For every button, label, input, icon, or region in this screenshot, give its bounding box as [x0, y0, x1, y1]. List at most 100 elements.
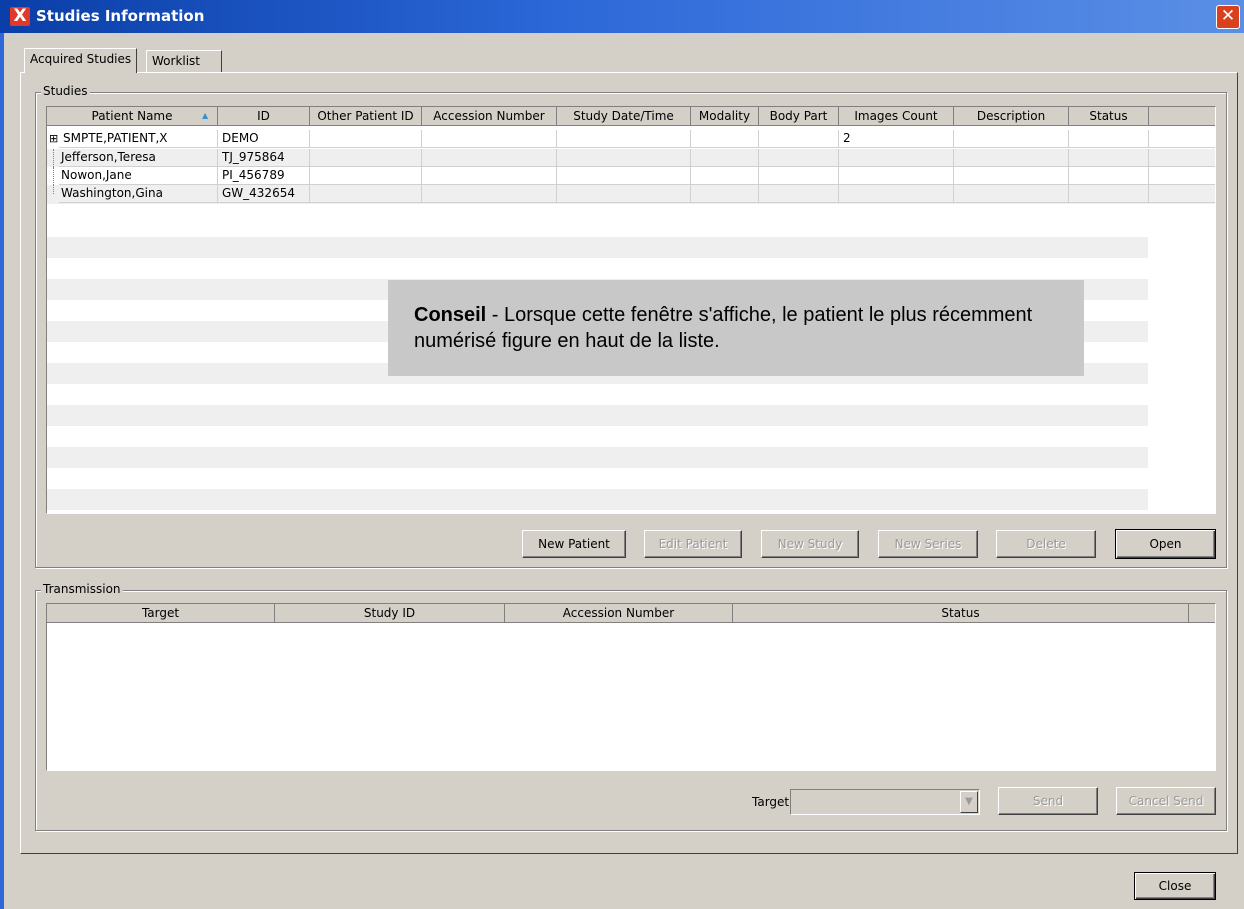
- table-row[interactable]: Nowon,Jane PI_456789: [47, 167, 1215, 185]
- id-cell: PI_456789: [218, 167, 310, 185]
- empty-cell: [1149, 167, 1215, 185]
- column-header-images-count[interactable]: Images Count: [839, 107, 954, 126]
- tab-label: Worklist: [152, 54, 201, 68]
- empty-cell: [310, 185, 422, 203]
- target-combo[interactable]: ▼: [790, 789, 980, 815]
- id-cell: GW_432654: [218, 185, 310, 203]
- empty-cell: [422, 130, 557, 148]
- empty-cell: [557, 185, 691, 203]
- table-row[interactable]: Jefferson,Teresa TJ_975864: [47, 149, 1215, 167]
- empty-cell: [759, 149, 839, 167]
- transmission-group-label: Transmission: [41, 582, 123, 596]
- window-close-button[interactable]: ✕: [1216, 5, 1240, 29]
- empty-row-stripe: [47, 447, 1148, 468]
- empty-cell: [422, 185, 557, 203]
- empty-cell: [422, 167, 557, 185]
- column-header-accession-number[interactable]: Accession Number: [505, 604, 733, 623]
- column-header-study-id[interactable]: Study ID: [275, 604, 505, 623]
- column-header-status[interactable]: Status: [1069, 107, 1149, 126]
- empty-cell: [1069, 167, 1149, 185]
- empty-cell: [691, 130, 759, 148]
- open-button[interactable]: Open: [1115, 529, 1216, 559]
- new-study-button[interactable]: New Study: [761, 530, 859, 558]
- column-header-description[interactable]: Description: [954, 107, 1069, 126]
- empty-row-stripe: [47, 489, 1148, 510]
- empty-cell: [1069, 130, 1149, 148]
- patient-name-cell: Nowon,Jane: [59, 167, 218, 185]
- button-label: New Series: [894, 537, 962, 551]
- empty-row-stripe: [47, 405, 1148, 426]
- images-count-cell: [839, 167, 954, 185]
- empty-cell: [557, 130, 691, 148]
- empty-cell: [557, 167, 691, 185]
- tip-text: - Lorsque cette fenêtre s'affiche, le pa…: [414, 304, 1033, 352]
- column-header-filler: [1189, 604, 1215, 623]
- cancel-send-button[interactable]: Cancel Send: [1116, 787, 1216, 815]
- images-count-cell: [839, 149, 954, 167]
- empty-cell: [691, 185, 759, 203]
- column-header-accession-number[interactable]: Accession Number: [422, 107, 557, 126]
- patient-name-cell: SMPTE,PATIENT,X: [59, 130, 218, 148]
- tab-worklist[interactable]: Worklist: [146, 50, 222, 72]
- empty-cell: [422, 149, 557, 167]
- tip-title: Conseil: [414, 304, 487, 326]
- column-header-patient-name[interactable]: Patient Name ▲: [47, 107, 218, 126]
- new-series-button[interactable]: New Series: [878, 530, 978, 558]
- header-label: Patient Name: [91, 109, 173, 123]
- empty-cell: [759, 130, 839, 148]
- column-header-modality[interactable]: Modality: [691, 107, 759, 126]
- column-header-body-part[interactable]: Body Part: [759, 107, 839, 126]
- empty-cell: [1069, 185, 1149, 203]
- patient-name-cell: Jefferson,Teresa: [59, 149, 218, 167]
- table-row[interactable]: ⊞ SMPTE,PATIENT,X DEMO 2: [47, 130, 1215, 148]
- empty-cell: [310, 130, 422, 148]
- edit-patient-button[interactable]: Edit Patient: [644, 530, 742, 558]
- button-label: Close: [1158, 879, 1192, 893]
- tip-callout: Conseil - Lorsque cette fenêtre s'affich…: [388, 280, 1084, 376]
- button-label: Edit Patient: [658, 537, 728, 551]
- button-label: New Study: [777, 537, 843, 551]
- patient-name-cell: Washington,Gina: [59, 185, 218, 203]
- empty-cell: [691, 149, 759, 167]
- empty-cell: [954, 185, 1069, 203]
- empty-cell: [759, 167, 839, 185]
- column-header-id[interactable]: ID: [218, 107, 310, 126]
- close-button[interactable]: Close: [1134, 872, 1216, 900]
- studies-group-label: Studies: [41, 84, 90, 98]
- column-header-target[interactable]: Target: [47, 604, 275, 623]
- empty-cell: [1149, 185, 1215, 203]
- window-title: Studies Information: [36, 7, 205, 25]
- empty-row-stripe: [47, 237, 1148, 258]
- id-cell: DEMO: [218, 130, 310, 148]
- button-label: Delete: [1026, 537, 1066, 551]
- tab-acquired-studies[interactable]: Acquired Studies: [24, 48, 138, 73]
- window-border: [0, 33, 4, 909]
- empty-cell: [954, 149, 1069, 167]
- delete-button[interactable]: Delete: [996, 530, 1096, 558]
- chevron-down-icon[interactable]: ▼: [960, 791, 978, 813]
- button-label: Open: [1149, 537, 1182, 551]
- images-count-cell: [839, 185, 954, 203]
- send-button[interactable]: Send: [998, 787, 1098, 815]
- table-row[interactable]: Washington,Gina GW_432654: [47, 185, 1215, 204]
- empty-cell: [310, 167, 422, 185]
- new-patient-button[interactable]: New Patient: [522, 530, 626, 558]
- empty-cell: [954, 167, 1069, 185]
- images-count-cell: 2: [839, 130, 954, 148]
- empty-cell: [759, 185, 839, 203]
- button-label: Cancel Send: [1128, 794, 1204, 808]
- id-cell: TJ_975864: [218, 149, 310, 167]
- button-label: Send: [1032, 794, 1064, 808]
- empty-cell: [557, 149, 691, 167]
- empty-cell: [954, 130, 1069, 148]
- column-header-study-date-time[interactable]: Study Date/Time: [557, 107, 691, 126]
- button-label: New Patient: [538, 537, 610, 551]
- transmission-list[interactable]: Target Study ID Accession Number Status: [46, 603, 1216, 771]
- column-header-status[interactable]: Status: [733, 604, 1189, 623]
- close-icon: ✕: [1220, 6, 1236, 26]
- column-header-filler: [1149, 107, 1215, 126]
- tab-label: Acquired Studies: [30, 52, 132, 66]
- app-logo-icon: X: [10, 6, 30, 26]
- column-header-other-patient-id[interactable]: Other Patient ID: [310, 107, 422, 126]
- empty-cell: [1069, 149, 1149, 167]
